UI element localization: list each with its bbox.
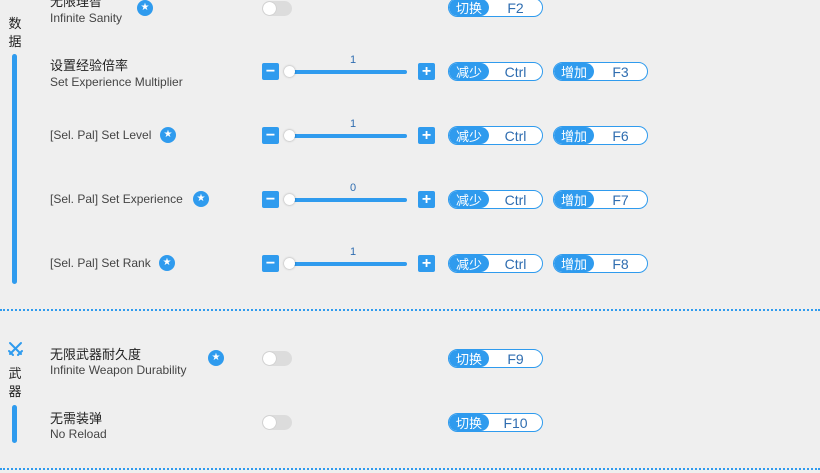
favorite-star-icon[interactable]: ★: [137, 0, 153, 16]
category-weapon-bar: [12, 405, 17, 443]
favorite-star-icon[interactable]: ★: [159, 255, 175, 271]
hotkey-action-label: 减少: [449, 63, 489, 80]
increment-button[interactable]: +: [418, 255, 435, 272]
toggle-no-reload[interactable]: [262, 415, 292, 430]
hotkey-set-exp-increase[interactable]: 增加 F7: [553, 190, 648, 209]
hotkey-key-label: Ctrl: [504, 255, 527, 272]
slider-value: 1: [349, 54, 357, 66]
hotkey-key-label: F9: [507, 350, 524, 367]
increment-button[interactable]: +: [418, 127, 435, 144]
slider-thumb[interactable]: [284, 194, 295, 205]
hotkey-set-exp-decrease[interactable]: 减少 Ctrl: [448, 190, 543, 209]
row-set-rank-en: [Sel. Pal] Set Rank: [50, 256, 151, 270]
decrement-button[interactable]: −: [262, 63, 279, 80]
hotkey-set-rank-decrease[interactable]: 减少 Ctrl: [448, 254, 543, 273]
hotkey-action-label: 增加: [554, 255, 594, 272]
hotkey-action-label: 增加: [554, 127, 594, 144]
row-sanity-cn: 无限理智: [50, 0, 103, 9]
hotkey-action-label: 增加: [554, 63, 594, 80]
slider-track[interactable]: [289, 134, 407, 138]
category-data-bar: [12, 54, 17, 284]
hotkey-key-label: F7: [612, 191, 629, 208]
row-weapon-dur-en: Infinite Weapon Durability: [50, 363, 187, 377]
hotkey-set-level-increase[interactable]: 增加 F6: [553, 126, 648, 145]
favorite-star-icon[interactable]: ★: [208, 350, 224, 366]
toggle-weapon-durability[interactable]: [262, 351, 292, 366]
section-divider: [0, 468, 820, 470]
decrement-button[interactable]: −: [262, 255, 279, 272]
hotkey-no-reload-toggle[interactable]: 切换 F10: [448, 413, 543, 432]
hotkey-key-label: F10: [503, 414, 528, 431]
crossed-swords-icon: [8, 342, 23, 356]
hotkey-action-label: 减少: [449, 191, 489, 208]
category-weapon-label: 武 器: [8, 366, 22, 399]
hotkey-action-label: 减少: [449, 255, 489, 272]
hotkey-set-level-decrease[interactable]: 减少 Ctrl: [448, 126, 543, 145]
hotkey-set-rank-increase[interactable]: 增加 F8: [553, 254, 648, 273]
hotkey-exp-mult-increase[interactable]: 增加 F3: [553, 62, 648, 81]
row-exp-mult-en: Set Experience Multiplier: [50, 75, 183, 89]
hotkey-key-label: F6: [612, 127, 629, 144]
slider-track[interactable]: [289, 70, 407, 74]
hotkey-key-label: Ctrl: [504, 191, 527, 208]
hotkey-key-label: F3: [612, 63, 629, 80]
category-data-label: 数 据: [8, 16, 22, 49]
hotkey-key-label: F2: [507, 0, 524, 16]
favorite-star-icon[interactable]: ★: [193, 191, 209, 207]
row-weapon-dur-cn: 无限武器耐久度: [50, 347, 142, 362]
row-sanity-en: Infinite Sanity: [50, 11, 123, 25]
hotkey-exp-mult-decrease[interactable]: 减少 Ctrl: [448, 62, 543, 81]
hotkey-action-label: 切换: [449, 414, 489, 431]
row-no-reload-cn: 无需装弹: [50, 411, 103, 426]
increment-button[interactable]: +: [418, 191, 435, 208]
slider-value: 1: [349, 246, 357, 258]
toggle-sanity[interactable]: [262, 1, 292, 16]
hotkey-action-label: 切换: [449, 350, 489, 367]
slider-thumb[interactable]: [284, 66, 295, 77]
slider-value: 0: [349, 182, 357, 194]
slider-thumb[interactable]: [284, 258, 295, 269]
hotkey-key-label: Ctrl: [504, 127, 527, 144]
decrement-button[interactable]: −: [262, 127, 279, 144]
hotkey-key-label: Ctrl: [504, 63, 527, 80]
slider-thumb[interactable]: [284, 130, 295, 141]
hotkey-action-label: 增加: [554, 191, 594, 208]
row-exp-mult-cn: 设置经验倍率: [50, 58, 129, 73]
slider-track[interactable]: [289, 262, 407, 266]
row-set-exp-en: [Sel. Pal] Set Experience: [50, 192, 183, 206]
increment-button[interactable]: +: [418, 63, 435, 80]
row-no-reload-en: No Reload: [50, 427, 107, 441]
hotkey-sanity-toggle[interactable]: 切换 F2: [448, 0, 543, 17]
hotkey-action-label: 减少: [449, 127, 489, 144]
hotkey-key-label: F8: [612, 255, 629, 272]
slider-value: 1: [349, 118, 357, 130]
row-set-level-en: [Sel. Pal] Set Level: [50, 128, 152, 142]
decrement-button[interactable]: −: [262, 191, 279, 208]
hotkey-action-label: 切换: [449, 0, 489, 16]
hotkey-weapon-dur-toggle[interactable]: 切换 F9: [448, 349, 543, 368]
favorite-star-icon[interactable]: ★: [160, 127, 176, 143]
slider-track[interactable]: [289, 198, 407, 202]
section-divider: [0, 309, 820, 311]
